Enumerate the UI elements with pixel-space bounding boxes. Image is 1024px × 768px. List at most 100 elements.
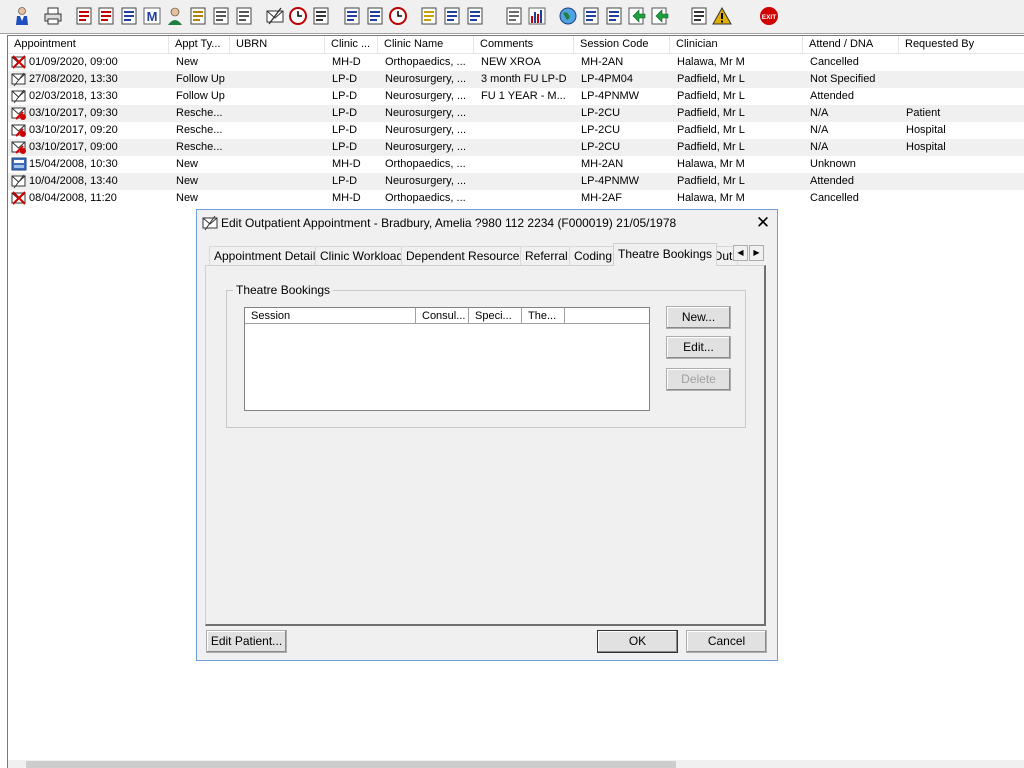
- edit-booking-button[interactable]: Edit...: [666, 336, 731, 359]
- table-row[interactable]: 03/10/2017, 09:00 Resche... LP-D Neurosurge…: [8, 139, 1024, 156]
- column-header-clinic[interactable]: Clinic ...: [325, 36, 378, 53]
- theatre-bookings-group-label: Theatre Bookings: [233, 283, 334, 297]
- page-icon[interactable]: [503, 5, 525, 27]
- table-row[interactable]: 15/04/2008, 10:30 New MH-D Orthopaedics, ..…: [8, 156, 1024, 173]
- close-icon[interactable]: ✕: [752, 213, 774, 233]
- theatre-bookings-tab-page: Theatre Bookings Session Consul... Speci…: [205, 265, 766, 626]
- notes-icon[interactable]: [187, 5, 209, 27]
- column-header-requested-by[interactable]: Requested By: [899, 36, 1024, 53]
- book-icon[interactable]: [73, 5, 95, 27]
- bed-icon[interactable]: [441, 5, 463, 27]
- main-toolbar: M EXIT: [0, 0, 1024, 34]
- exit-icon[interactable]: EXIT: [758, 5, 780, 27]
- cell-type: New: [176, 192, 199, 204]
- summary-icon[interactable]: [118, 5, 140, 27]
- cell-attend: Attended: [810, 90, 855, 102]
- table-row[interactable]: 03/10/2017, 09:20 Resche... LP-D Neurosurge…: [8, 122, 1024, 139]
- tab-scroll-left-icon[interactable]: ◀: [733, 245, 748, 261]
- ok-button[interactable]: OK: [597, 630, 678, 653]
- tab-coding[interactable]: Coding: [569, 246, 618, 265]
- clinician-icon[interactable]: [164, 5, 186, 27]
- tab-appointment-details[interactable]: Appointment Details: [209, 246, 327, 265]
- cell-comments: [481, 156, 577, 173]
- chart-icon[interactable]: [526, 5, 548, 27]
- tab-referral[interactable]: Referral: [520, 246, 573, 265]
- refer-green-alt-icon[interactable]: [649, 5, 671, 27]
- column-header-consultant[interactable]: Consul...: [416, 308, 469, 324]
- new-booking-button[interactable]: New...: [666, 306, 731, 329]
- cell-type: Follow Up: [176, 73, 225, 85]
- print-icon[interactable]: [42, 5, 64, 27]
- note-yellow-icon[interactable]: [418, 5, 440, 27]
- column-header-comments[interactable]: Comments: [474, 36, 574, 53]
- cell-clinic-name: Neurosurgery, ...: [385, 73, 467, 85]
- timer-icon[interactable]: [387, 5, 409, 27]
- warning-icon[interactable]: [711, 5, 733, 27]
- people-icon[interactable]: [464, 5, 486, 27]
- letter-m-icon[interactable]: M: [141, 5, 163, 27]
- cell-requested: Hospital: [906, 124, 946, 136]
- patient-search-icon[interactable]: [11, 5, 33, 27]
- book-edit-icon[interactable]: [95, 5, 117, 27]
- list-icon[interactable]: [310, 5, 332, 27]
- cell-clinic: LP-D: [332, 124, 358, 136]
- clock-icon[interactable]: [287, 5, 309, 27]
- table-row[interactable]: 10/04/2008, 13:40 New LP-D Neurosurgery, ..…: [8, 173, 1024, 190]
- referral-check-icon[interactable]: [603, 5, 625, 27]
- column-header-ubrn[interactable]: UBRN: [230, 36, 325, 53]
- flag-icon[interactable]: [210, 5, 232, 27]
- column-header-appointment[interactable]: Appointment: [8, 36, 169, 53]
- cell-clinic-name: Neurosurgery, ...: [385, 141, 467, 153]
- cell-clinic-name: Orthopaedics, ...: [385, 192, 466, 204]
- tab-scroll-right-icon[interactable]: ▶: [749, 245, 764, 261]
- cell-clinic: LP-D: [332, 73, 358, 85]
- cell-comments: [481, 105, 577, 122]
- globe-icon[interactable]: [557, 5, 579, 27]
- column-header-clinician[interactable]: Clinician: [670, 36, 803, 53]
- column-header-attend-dna[interactable]: Attend / DNA: [803, 36, 899, 53]
- table-row[interactable]: 02/03/2018, 13:30 Follow Up LP-D Neurosurge…: [8, 88, 1024, 105]
- form-icon[interactable]: [364, 5, 386, 27]
- document-icon[interactable]: [341, 5, 363, 27]
- tab-clinic-workload[interactable]: Clinic Workload: [315, 246, 409, 265]
- cell-ubrn: [236, 173, 328, 190]
- cell-comments: [481, 173, 577, 190]
- cell-comments: 3 month FU LP-D: [481, 73, 567, 85]
- tab-theatre-bookings[interactable]: Theatre Bookings: [613, 243, 718, 266]
- appointments-list-header: Appointment Appt Ty... UBRN Clinic ... Clini…: [8, 36, 1024, 54]
- edit-patient-button[interactable]: Edit Patient...: [206, 630, 287, 653]
- cell-clinic: LP-D: [332, 107, 358, 119]
- cancel-button[interactable]: Cancel: [686, 630, 767, 653]
- rescheduled-appt-icon: [11, 140, 27, 155]
- envelope-icon: [202, 215, 218, 231]
- cell-clinician: Padfield, Mr L: [677, 90, 745, 102]
- tab-dependent-resources[interactable]: Dependent Resources: [401, 246, 531, 265]
- table-row[interactable]: 03/10/2017, 09:30 Resche... LP-D Neurosurge…: [8, 105, 1024, 122]
- delete-booking-button[interactable]: Delete: [666, 368, 731, 391]
- column-header-session[interactable]: Session: [245, 308, 416, 324]
- cell-type: Resche...: [176, 107, 223, 119]
- table-row[interactable]: 01/09/2020, 09:00 New MH-D Orthopaedics, ..…: [8, 54, 1024, 71]
- transfer-icon[interactable]: [688, 5, 710, 27]
- cell-appointment: 03/10/2017, 09:20: [29, 124, 118, 136]
- envelope-icon[interactable]: [264, 5, 286, 27]
- flag-alt-icon[interactable]: [233, 5, 255, 27]
- table-row[interactable]: 08/04/2008, 11:20 New MH-D Orthopaedics, ..…: [8, 190, 1024, 207]
- column-header-theatre[interactable]: The...: [522, 308, 565, 324]
- table-row[interactable]: 27/08/2020, 13:30 Follow Up LP-D Neurosurge…: [8, 71, 1024, 88]
- svg-text:M: M: [147, 9, 158, 24]
- theatre-bookings-list[interactable]: Session Consul... Speci... The...: [244, 307, 650, 411]
- cell-appointment: 01/09/2020, 09:00: [29, 56, 118, 68]
- horizontal-scrollbar-thumb[interactable]: [26, 761, 676, 768]
- column-header-appt-type[interactable]: Appt Ty...: [169, 36, 230, 53]
- column-header-specialty[interactable]: Speci...: [469, 308, 522, 324]
- cell-appointment: 27/08/2020, 13:30: [29, 73, 118, 85]
- horizontal-scrollbar[interactable]: [8, 760, 1024, 768]
- cell-comments: NEW XROA: [481, 56, 541, 68]
- refer-green-icon[interactable]: [626, 5, 648, 27]
- cell-appointment: 10/04/2008, 13:40: [29, 175, 118, 187]
- cell-type: Resche...: [176, 124, 223, 136]
- referral-icon[interactable]: [580, 5, 602, 27]
- column-header-session-code[interactable]: Session Code: [574, 36, 670, 53]
- column-header-clinic-name[interactable]: Clinic Name: [378, 36, 474, 53]
